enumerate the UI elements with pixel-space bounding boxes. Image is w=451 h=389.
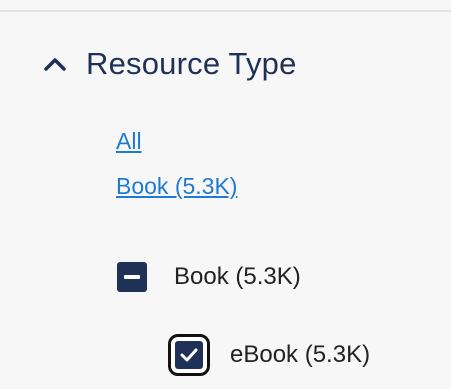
chevron-up-icon [44, 58, 66, 71]
checkmark-icon [180, 348, 198, 362]
facet-title: Resource Type [86, 46, 297, 81]
filter-row-ebook: eBook (5.3K) [168, 334, 370, 376]
filter-label-ebook: eBook (5.3K) [230, 341, 371, 368]
book-link[interactable]: Book (5.3K) [116, 173, 237, 200]
resource-type-facet-toggle[interactable]: Resource Type [42, 46, 297, 82]
checkbox-ebook-fill [175, 341, 203, 369]
resource-type-facet-panel: Resource Type All Book (5.3K) Book (5.3K… [0, 0, 451, 389]
filter-label-book: Book (5.3K) [174, 263, 301, 290]
partial-checkbox-book[interactable] [117, 262, 147, 292]
filter-row-book: Book (5.3K) [117, 262, 301, 292]
checkbox-ebook[interactable] [168, 334, 210, 376]
all-link[interactable]: All [116, 128, 142, 155]
divider [0, 10, 451, 12]
